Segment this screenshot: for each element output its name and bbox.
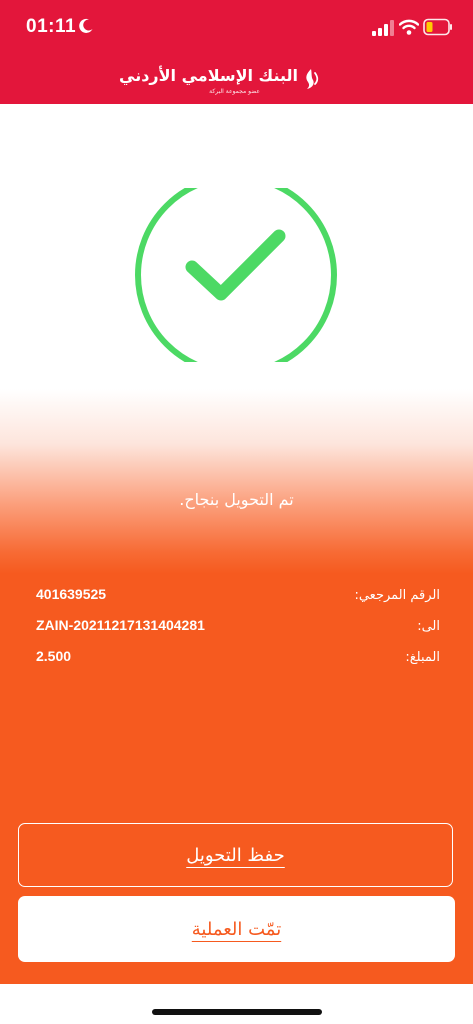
amount-label: المبلغ: [405,650,440,665]
wifi-icon [399,19,419,35]
bottom-safe-area [0,984,473,1024]
app-header: 01:11 البنك الإسلامي الأردني عضو مجموعة … [0,0,473,104]
bank-brand: البنك الإسلامي الأردني عضو مجموعة البركة [119,66,320,100]
check-circle-icon [135,188,337,362]
success-message: تم التحويل بنجاح. [179,490,294,509]
detail-row-amount: 2.500 المبلغ: [36,648,440,679]
detail-row-recipient: ZAIN-20211217131404281 الى: [36,617,440,648]
transfer-details: 401639525 الرقم المرجعي: ZAIN-2021121713… [36,586,440,679]
amount-value: 2.500 [36,648,72,664]
reference-number-label: الرقم المرجعي: [354,588,440,603]
bank-tagline: عضو مجموعة البركة [209,88,260,95]
bank-name: البنك الإسلامي الأردني [119,66,298,85]
bank-logo-icon [306,69,319,89]
detail-row-reference: 401639525 الرقم المرجعي: [36,586,440,617]
battery-low-icon [423,18,452,36]
transfer-success-screen: 01:11 البنك الإسلامي الأردني عضو مجموعة … [0,0,473,1024]
save-transfer-button[interactable]: حفظ التحويل [18,823,453,887]
moon-icon [79,18,93,33]
done-button[interactable]: تمّت العملية [18,896,455,962]
reference-number-value: 401639525 [36,586,107,602]
cellular-signal-icon [372,20,394,36]
recipient-value: ZAIN-20211217131404281 [36,617,205,633]
home-indicator[interactable] [152,1009,322,1015]
status-bar-time: 01:11 [26,16,77,37]
recipient-label: الى: [417,619,440,634]
